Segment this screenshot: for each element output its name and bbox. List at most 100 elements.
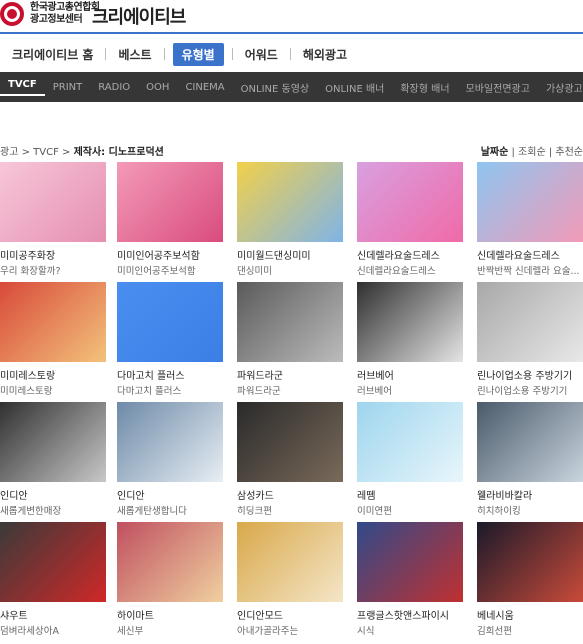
ad-title[interactable]: 인디안 (0, 487, 106, 500)
ad-title[interactable]: 신데렐라요술드레스 (477, 247, 583, 260)
ad-title[interactable]: 미미공주화장 (0, 247, 106, 260)
ad-card[interactable]: 인디안새롭게변한매장 (0, 402, 106, 515)
nav-separator (163, 48, 165, 60)
ad-thumbnail[interactable] (0, 282, 106, 362)
main-nav-item[interactable]: 크리에이티브 홈 (0, 46, 105, 63)
ad-title[interactable]: 미미레스토랑 (0, 367, 106, 380)
media-type-tab[interactable]: ONLINE 배너 (317, 80, 392, 95)
ad-subtitle: 파워드라군 (237, 386, 281, 395)
ad-thumbnail[interactable] (357, 522, 463, 602)
ad-thumbnail[interactable] (0, 522, 106, 602)
media-type-tab[interactable]: 가상광고 (538, 80, 583, 95)
ad-card[interactable]: 신데렐라요술드레스반짝반짝 신데렐라 요술... (477, 162, 583, 275)
ad-thumbnail[interactable] (477, 162, 583, 242)
ad-title[interactable]: 린나이업소용 주방기기 (477, 367, 583, 380)
ad-thumbnail[interactable] (117, 402, 223, 482)
ad-title[interactable]: 샤우트 (0, 607, 106, 620)
main-nav-item[interactable]: 유형별 (172, 42, 224, 66)
ad-title[interactable]: 신데렐라요술드레스 (357, 247, 463, 260)
media-type-tab[interactable]: CINEMA (177, 82, 232, 93)
ad-title[interactable]: 인디안 (117, 487, 223, 500)
ad-title[interactable]: 삼성카드 (237, 487, 343, 500)
ad-thumbnail[interactable] (477, 282, 583, 362)
ad-thumbnail[interactable] (477, 522, 583, 602)
ad-subtitle: 다마고치 플러스 (117, 386, 182, 395)
ad-thumbnail[interactable] (117, 522, 223, 602)
ad-card[interactable]: 베네시움김희선편 (477, 522, 583, 635)
ad-thumbnail[interactable] (237, 162, 343, 242)
breadcrumb-current: 제작사: 디노프로덕션 (73, 147, 164, 158)
ad-subtitle: 김희선편 (477, 626, 512, 635)
main-nav-item[interactable]: 베스트 (106, 46, 163, 63)
media-type-tab[interactable]: PRINT (45, 82, 91, 93)
ad-card[interactable]: 미미레스토랑 미미레스토랑 (0, 282, 106, 395)
ad-subtitle: 아내가골라주는 (237, 626, 299, 635)
ad-card[interactable]: 삼성카드히딩크편 (237, 402, 343, 515)
ad-card[interactable]: 샤우트덤벼라세상아A (0, 522, 106, 635)
ad-thumbnail[interactable] (237, 402, 343, 482)
main-nav-item[interactable]: 어워드 (233, 46, 290, 63)
ad-thumbnail[interactable] (477, 402, 583, 482)
ad-subtitle: 새롭게탄생합니다 (117, 506, 187, 515)
ad-card[interactable]: 레뗌이미연편 (357, 402, 463, 515)
ad-subtitle: 이미연편 (357, 506, 392, 515)
ad-thumbnail[interactable] (357, 162, 463, 242)
ad-card[interactable]: 인디안모드아내가골라주는 (237, 522, 343, 635)
ad-card[interactable]: 하이마트 세신부 (117, 522, 223, 635)
sort-separator: | (508, 147, 519, 158)
sort-option[interactable]: 날짜순 (481, 147, 509, 158)
ad-subtitle: 반짝반짝 신데렐라 요술... (477, 266, 580, 275)
ad-title[interactable]: 다마고치 플러스 (117, 367, 223, 380)
ad-card[interactable]: 미미공주화장 우리 화장할까? (0, 162, 106, 275)
ad-title[interactable]: 웰라비바칼라 (477, 487, 583, 500)
ad-subtitle: 히치하이킹 (477, 506, 521, 515)
ad-title[interactable]: 미미월드댄싱미미 (237, 247, 343, 260)
ad-title[interactable]: 인디안모드 (237, 607, 343, 620)
ad-title[interactable]: 파워드라군 (237, 367, 343, 380)
ad-title[interactable]: 미미인어공주보석함 (117, 247, 223, 260)
ad-thumbnail[interactable] (237, 522, 343, 602)
ad-card[interactable]: 인디안새롭게탄생합니다 (117, 402, 223, 515)
media-type-tab[interactable]: RADIO (90, 82, 138, 93)
ad-card[interactable]: 파워드라군 파워드라군 (237, 282, 343, 395)
ad-thumbnail[interactable] (117, 162, 223, 242)
ad-card[interactable]: 린나이업소용 주방기기 린나이업소용 주방기기 (477, 282, 583, 395)
ad-subtitle: 미미레스토랑 (0, 386, 53, 395)
ad-subtitle: 덤벼라세상아A (0, 626, 59, 635)
org-name-line1: 한국광고총연합회 (30, 2, 100, 13)
ad-thumbnail[interactable] (0, 162, 106, 242)
ad-thumbnail[interactable] (357, 402, 463, 482)
ad-thumbnail[interactable] (357, 282, 463, 362)
ad-subtitle: 히딩크편 (237, 506, 272, 515)
ad-card[interactable]: 다마고치 플러스 다마고치 플러스 (117, 282, 223, 395)
ad-card[interactable]: 미미월드댄싱미미댄싱미미 (237, 162, 343, 275)
ad-title[interactable]: 레뗌 (357, 487, 463, 500)
ad-thumbnail[interactable] (237, 282, 343, 362)
ad-card[interactable]: 프랭글스핫앤스파이시 시식 (357, 522, 463, 635)
ad-title[interactable]: 프랭글스핫앤스파이시 (357, 607, 463, 620)
ad-subtitle: 미미인어공주보석함 (117, 266, 196, 275)
media-type-tab[interactable]: 확장형 배너 (392, 80, 457, 95)
media-type-tab[interactable]: TVCF (0, 79, 45, 96)
ad-card[interactable]: 신데렐라요술드레스 신데렐라요술드레스 (357, 162, 463, 275)
media-type-tab[interactable]: ONLINE 동영상 (233, 80, 317, 95)
site-brand[interactable]: 크리에이티브 (92, 3, 186, 29)
ad-card[interactable]: 러브베어 러브베어 (357, 282, 463, 395)
kaa-logo-icon[interactable] (0, 2, 24, 26)
media-type-nav: TVCF PRINT RADIO OOH CINEMA ONLINE 동영상 ONLINE … (0, 72, 583, 102)
sort-option[interactable]: 추천순 (555, 147, 583, 158)
breadcrumb-path[interactable]: 광고 > TVCF > (0, 147, 74, 158)
media-type-tab[interactable]: OOH (138, 82, 177, 93)
ad-card[interactable]: 미미인어공주보석함 미미인어공주보석함 (117, 162, 223, 275)
ad-thumbnail[interactable] (0, 402, 106, 482)
ad-subtitle: 새롭게변한매장 (0, 506, 62, 515)
ad-title[interactable]: 하이마트 (117, 607, 223, 620)
ad-subtitle: 댄싱미미 (237, 266, 272, 275)
ad-title[interactable]: 베네시움 (477, 607, 583, 620)
ad-title[interactable]: 러브베어 (357, 367, 463, 380)
ad-thumbnail[interactable] (117, 282, 223, 362)
sort-option[interactable]: 조회순 (518, 147, 546, 158)
ad-card[interactable]: 웰라비바칼라히치하이킹 (477, 402, 583, 515)
main-nav-item[interactable]: 해외광고 (291, 46, 359, 63)
media-type-tab[interactable]: 모바일전면광고 (458, 80, 538, 95)
